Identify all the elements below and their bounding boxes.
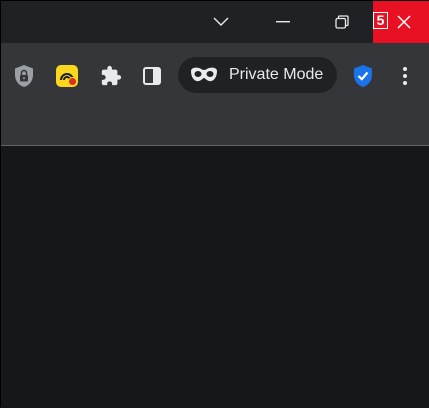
- page-content-area[interactable]: [1, 146, 429, 408]
- private-mode-label: Private Mode: [229, 66, 324, 83]
- private-mode-pill[interactable]: Private Mode: [178, 57, 337, 93]
- extensions-button[interactable]: [98, 63, 124, 89]
- side-panel-icon: [143, 67, 161, 85]
- restore-button[interactable]: [321, 1, 363, 43]
- minimize-button[interactable]: [263, 1, 303, 43]
- yellow-extension-icon: [56, 65, 78, 87]
- close-icon: [396, 15, 411, 29]
- puzzle-icon: [101, 65, 122, 86]
- minimize-icon: [276, 21, 290, 23]
- extension-lock-shield-button[interactable]: [11, 63, 37, 89]
- title-bar: 5: [1, 1, 429, 43]
- blue-check-shield-icon: [354, 65, 372, 87]
- security-shield-button[interactable]: [350, 63, 376, 89]
- extension-yellow-button[interactable]: [54, 63, 80, 89]
- chevron-down-icon: [213, 17, 229, 26]
- three-dots-menu-icon: [403, 67, 407, 85]
- tab-search-button[interactable]: [201, 1, 241, 43]
- side-panel-button[interactable]: [139, 63, 165, 89]
- restore-icon: [335, 15, 349, 29]
- numbered-badge: 5: [373, 12, 388, 29]
- browser-window: 5 Private Mode: [0, 0, 429, 408]
- bookmarks-bar: [1, 105, 429, 146]
- mask-icon: [189, 66, 219, 84]
- lock-shield-icon: [15, 65, 33, 87]
- browser-menu-button[interactable]: [392, 63, 418, 89]
